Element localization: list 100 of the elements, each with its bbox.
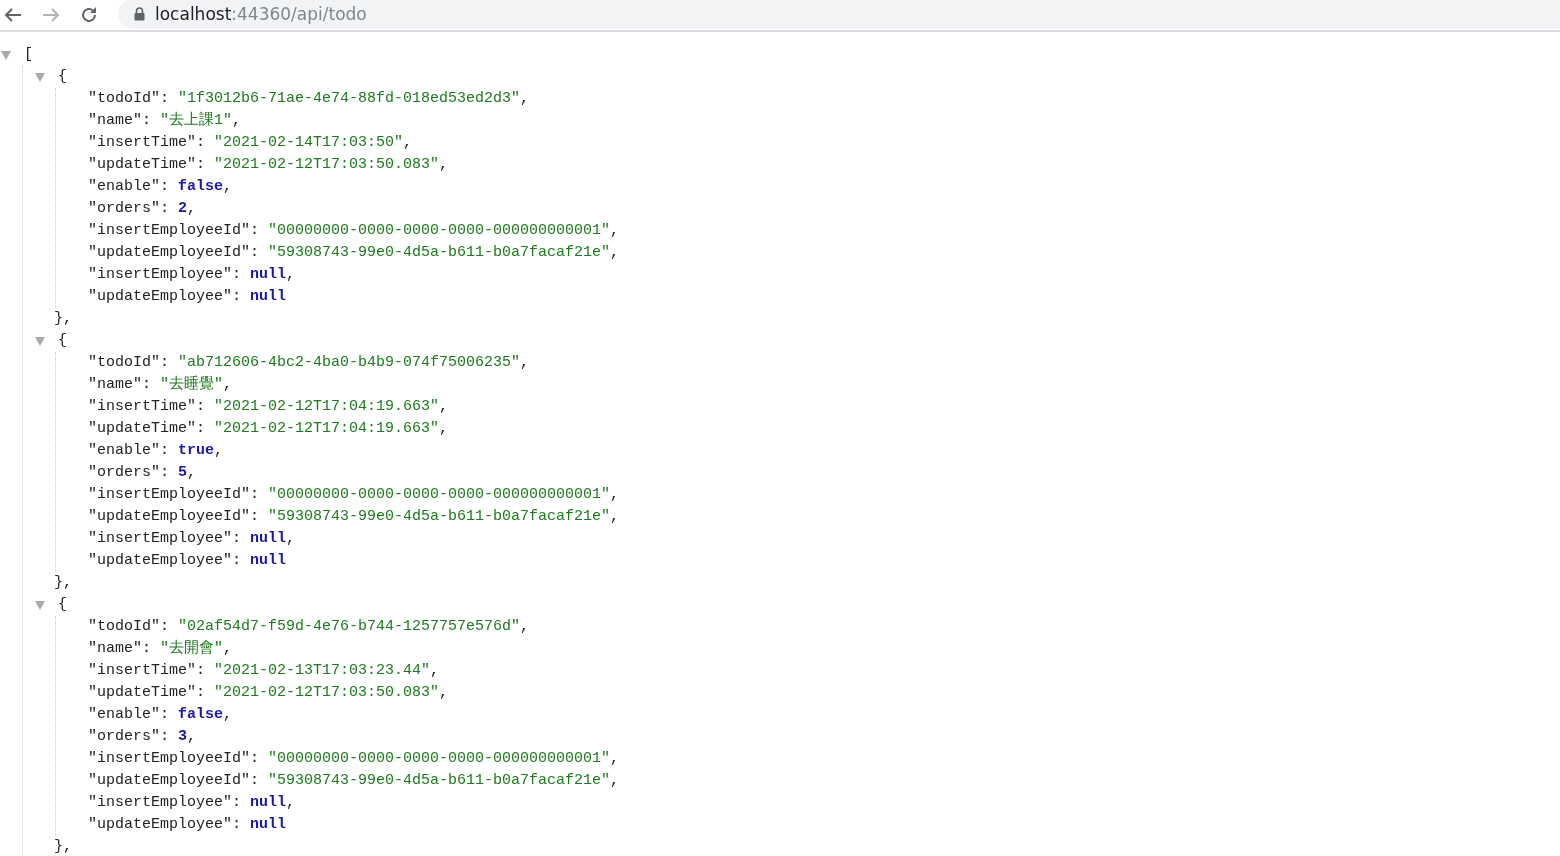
- reload-icon[interactable]: [80, 6, 98, 24]
- comma: ,: [430, 661, 440, 681]
- back-icon[interactable]: [4, 7, 22, 23]
- json-key: "insertEmployee":: [88, 792, 251, 814]
- comma: ,: [286, 793, 296, 813]
- json-value: "59308743-99e0-4d5a-b611-b0a7facaf21e": [268, 243, 611, 263]
- comma: ,: [187, 463, 197, 483]
- comma: ,: [610, 749, 620, 769]
- json-key: "insertTime":: [88, 660, 215, 682]
- json-key: "enable":: [88, 704, 178, 726]
- json-key: "updateTime":: [88, 418, 215, 440]
- json-value: "1f3012b6-71ae-4e74-88fd-018ed53ed2d3": [178, 89, 521, 109]
- json-key: "insertTime":: [88, 132, 215, 154]
- json-value: 3: [178, 727, 188, 747]
- collapse-triangle-icon[interactable]: [35, 336, 45, 346]
- json-value: "2021-02-12T17:04:19.663": [214, 397, 440, 417]
- json-value: null: [250, 287, 287, 307]
- comma: ,: [187, 199, 197, 219]
- json-value: null: [250, 551, 287, 571]
- json-key: "enable":: [88, 440, 178, 462]
- json-key: "updateTime":: [88, 682, 215, 704]
- forward-icon[interactable]: [42, 7, 60, 23]
- comma: ,: [187, 727, 197, 747]
- comma: ,: [520, 617, 530, 637]
- comma: ,: [223, 375, 233, 395]
- json-value: 2: [178, 199, 188, 219]
- brace: {: [58, 595, 67, 615]
- json-key: "enable":: [88, 176, 178, 198]
- json-value: "02af54d7-f59d-4e76-b744-1257757e576d": [178, 617, 521, 637]
- comma: ,: [610, 221, 620, 241]
- brace: },: [54, 573, 72, 593]
- comma: ,: [223, 639, 233, 659]
- bracket: [: [24, 45, 33, 65]
- json-key: "updateEmployee":: [88, 814, 251, 836]
- json-value: "去開會": [160, 638, 224, 659]
- json-value: false: [178, 177, 224, 197]
- comma: ,: [223, 705, 233, 725]
- json-key: "updateEmployeeId":: [88, 506, 269, 528]
- brace: {: [58, 331, 67, 351]
- brace: },: [54, 309, 72, 329]
- lock-icon: [134, 7, 145, 21]
- collapse-triangle-icon[interactable]: [35, 600, 45, 610]
- comma: ,: [610, 243, 620, 263]
- json-key: "todoId":: [88, 616, 178, 638]
- json-key: "insertTime":: [88, 396, 215, 418]
- comma: ,: [232, 111, 242, 131]
- json-value: true: [178, 441, 215, 461]
- address-bar[interactable]: localhost:44360/api/todo: [118, 0, 1560, 29]
- json-value: "59308743-99e0-4d5a-b611-b0a7facaf21e": [268, 507, 611, 527]
- json-value: null: [250, 815, 287, 835]
- comma: ,: [610, 771, 620, 791]
- json-value: null: [250, 265, 287, 285]
- json-key: "insertEmployee":: [88, 264, 251, 286]
- comma: ,: [439, 419, 449, 439]
- json-value: 5: [178, 463, 188, 483]
- json-key: "insertEmployeeId":: [88, 220, 269, 242]
- json-value: null: [250, 793, 287, 813]
- comma: ,: [439, 397, 449, 417]
- json-value: "2021-02-14T17:03:50": [214, 133, 404, 153]
- json-value: "去上課1": [160, 110, 233, 131]
- comma: ,: [439, 683, 449, 703]
- comma: ,: [610, 485, 620, 505]
- json-key: "name":: [88, 110, 160, 132]
- collapse-triangle-icon[interactable]: [1, 50, 11, 60]
- json-value: null: [250, 529, 287, 549]
- json-value: "00000000-0000-0000-0000-000000000001": [268, 749, 611, 769]
- json-value: "2021-02-13T17:03:23.44": [214, 661, 431, 681]
- json-value: "ab712606-4bc2-4ba0-b4b9-074f75006235": [178, 353, 521, 373]
- comma: ,: [286, 265, 296, 285]
- json-key: "updateEmployeeId":: [88, 770, 269, 792]
- json-key: "updateEmployee":: [88, 286, 251, 308]
- json-value: false: [178, 705, 224, 725]
- json-key: "insertEmployeeId":: [88, 484, 269, 506]
- json-key: "orders":: [88, 726, 178, 748]
- json-key: "insertEmployeeId":: [88, 748, 269, 770]
- json-key: "updateEmployeeId":: [88, 242, 269, 264]
- comma: ,: [403, 133, 413, 153]
- json-key: "updateTime":: [88, 154, 215, 176]
- comma: ,: [223, 177, 233, 197]
- json-value: "去睡覺": [160, 374, 224, 395]
- json-key: "insertEmployee":: [88, 528, 251, 550]
- json-key: "orders":: [88, 198, 178, 220]
- comma: ,: [520, 353, 530, 373]
- json-key: "name":: [88, 374, 160, 396]
- brace: },: [54, 837, 72, 856]
- brace: {: [58, 67, 67, 87]
- json-value: "2021-02-12T17:03:50.083": [214, 155, 440, 175]
- json-value: "2021-02-12T17:03:50.083": [214, 683, 440, 703]
- comma: ,: [520, 89, 530, 109]
- collapse-triangle-icon[interactable]: [35, 72, 45, 82]
- json-key: "todoId":: [88, 88, 178, 110]
- json-key: "todoId":: [88, 352, 178, 374]
- json-key: "name":: [88, 638, 160, 660]
- comma: ,: [286, 529, 296, 549]
- comma: ,: [610, 507, 620, 527]
- comma: ,: [214, 441, 224, 461]
- json-value: "00000000-0000-0000-0000-000000000001": [268, 221, 611, 241]
- json-key: "orders":: [88, 462, 178, 484]
- url-text: localhost:44360/api/todo: [155, 4, 367, 24]
- comma: ,: [439, 155, 449, 175]
